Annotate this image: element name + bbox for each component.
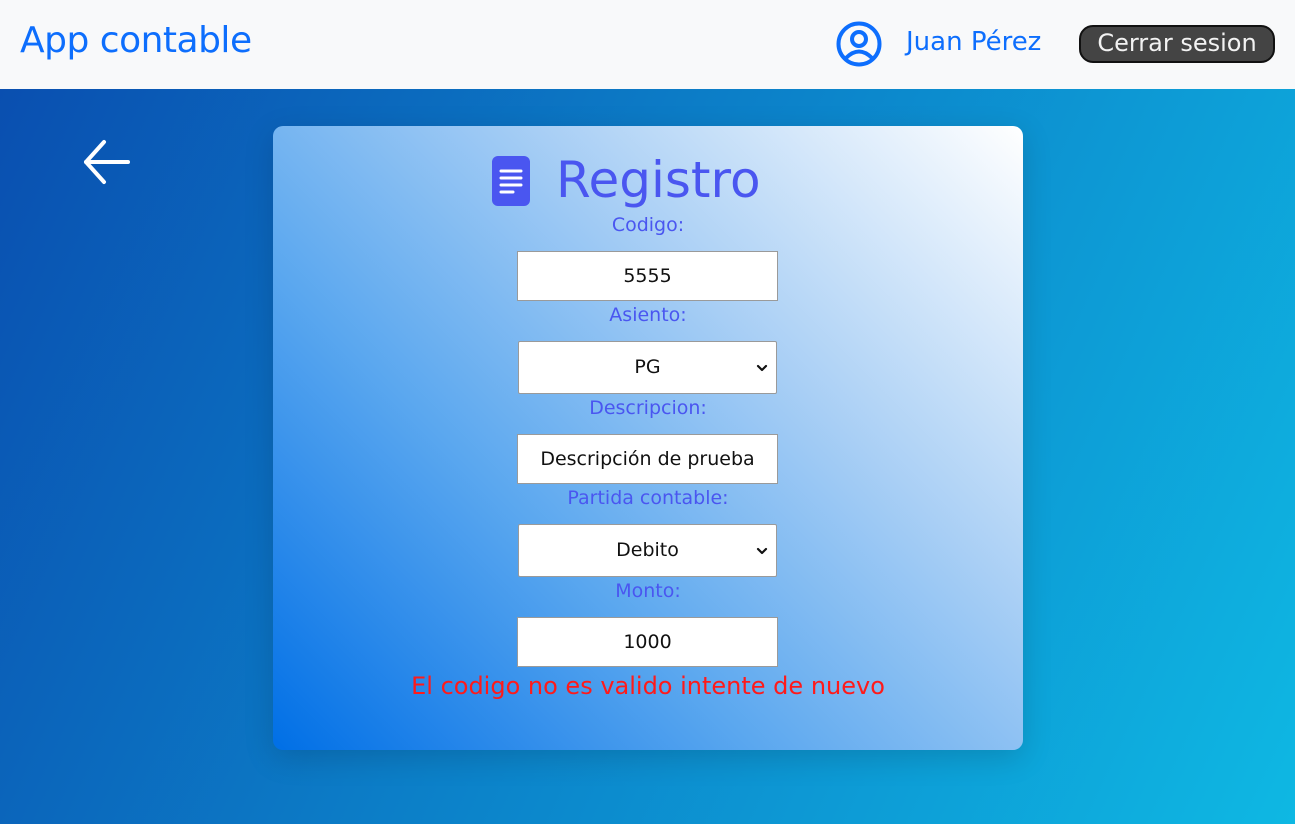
chevron-down-icon (756, 547, 768, 555)
error-message: El codigo no es valido intente de nuevo (411, 672, 885, 700)
form-title: Registro (556, 151, 761, 209)
user-name[interactable]: Juan Pérez (906, 27, 1041, 57)
arrow-left-icon[interactable] (80, 136, 132, 188)
monto-label: Monto: (615, 580, 681, 602)
user-circle-icon[interactable] (836, 21, 882, 67)
partida-selected-value: Debito (616, 539, 679, 561)
asiento-selected-value: PG (634, 356, 661, 378)
document-icon (492, 156, 530, 206)
chevron-down-icon (756, 364, 768, 372)
descripcion-label: Descripcion: (589, 397, 707, 419)
app-brand[interactable]: App contable (20, 20, 252, 61)
codigo-input[interactable] (517, 251, 778, 301)
asiento-select[interactable]: PG (518, 341, 777, 394)
registro-form-card: Registro Codigo: Asiento: PG Descripcion… (273, 126, 1023, 750)
logout-button[interactable]: Cerrar sesion (1079, 25, 1275, 63)
partida-label: Partida contable: (567, 487, 729, 509)
codigo-label: Codigo: (611, 214, 685, 236)
navbar: App contable Juan Pérez Cerrar sesion (0, 0, 1295, 89)
partida-select[interactable]: Debito (518, 524, 777, 577)
descripcion-input[interactable] (517, 434, 778, 484)
monto-input[interactable] (517, 617, 778, 667)
asiento-label: Asiento: (609, 304, 687, 326)
